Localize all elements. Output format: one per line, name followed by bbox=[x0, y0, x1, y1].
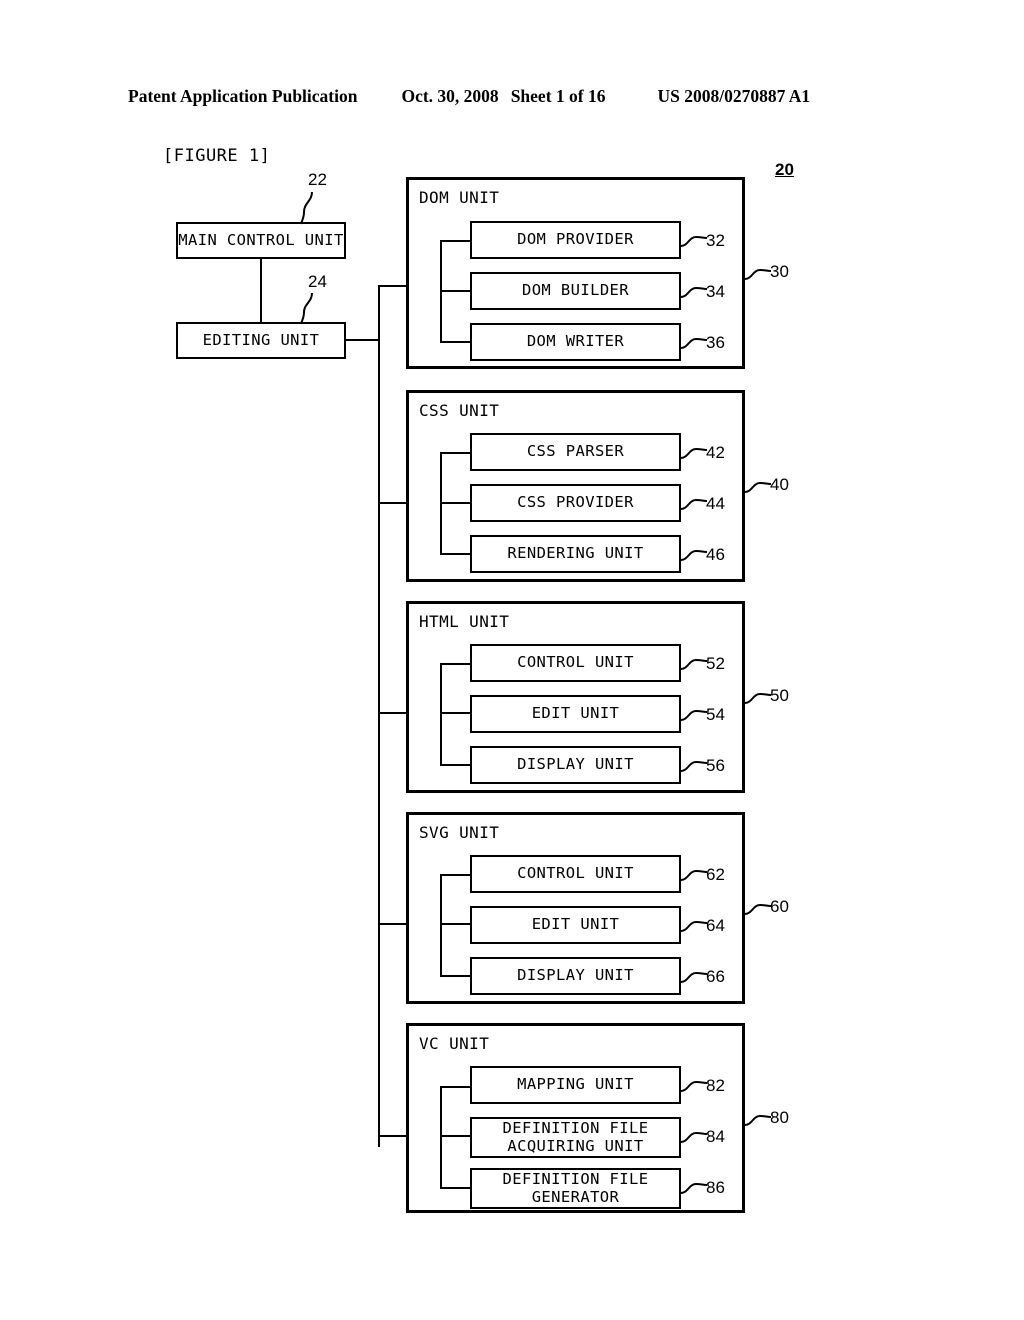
subunit-html-display-unit-label: DISPLAY UNIT bbox=[517, 755, 634, 774]
subunit-dom-provider-label: DOM PROVIDER bbox=[517, 230, 634, 249]
connector-editing-to-bus bbox=[345, 339, 380, 341]
subunit-html-control-unit-label: CONTROL UNIT bbox=[517, 653, 634, 672]
subunit-rendering-unit: RENDERING UNIT bbox=[470, 535, 681, 573]
vc-inner-stub-1 bbox=[440, 1086, 471, 1088]
css-inner-stub-3 bbox=[440, 553, 471, 555]
subunit-html-edit-unit-label: EDIT UNIT bbox=[531, 704, 620, 723]
dom-inner-stub-2 bbox=[440, 290, 471, 292]
figure-label: [FIGURE 1] bbox=[163, 146, 271, 166]
subunit-dom-builder-label: DOM BUILDER bbox=[521, 281, 630, 300]
unit-html-title: HTML UNIT bbox=[419, 612, 510, 631]
subunit-mapping-unit: MAPPING UNIT bbox=[470, 1066, 681, 1104]
subunit-svg-control-unit-label: CONTROL UNIT bbox=[517, 864, 634, 883]
unit-css-title: CSS UNIT bbox=[419, 401, 500, 420]
subunit-definition-file-generator-label: DEFINITION FILE GENERATOR bbox=[502, 1170, 649, 1206]
subunit-definition-file-acquiring-unit: DEFINITION FILE ACQUIRING UNIT bbox=[470, 1117, 681, 1158]
subunit-html-edit-unit: EDIT UNIT bbox=[470, 695, 681, 733]
html-inner-stub-2 bbox=[440, 712, 471, 714]
unit-dom-title: DOM UNIT bbox=[419, 188, 500, 207]
leader-squiggle-22 bbox=[300, 191, 313, 225]
svg-inner-stub-1 bbox=[440, 874, 471, 876]
subunit-definition-file-generator: DEFINITION FILE GENERATOR bbox=[470, 1168, 681, 1209]
subunit-html-display-unit: DISPLAY UNIT bbox=[470, 746, 681, 784]
main-bus-vertical bbox=[378, 285, 380, 1147]
css-inner-stub-2 bbox=[440, 502, 471, 504]
ref-numeral-22: 22 bbox=[308, 170, 327, 189]
subunit-dom-builder: DOM BUILDER bbox=[470, 272, 681, 310]
subunit-mapping-unit-label: MAPPING UNIT bbox=[517, 1075, 634, 1094]
figure-1-diagram: [FIGURE 1] 20 MAIN CONTROL UNIT 22 EDITI… bbox=[0, 0, 1024, 1320]
leader-squiggle-36 bbox=[680, 337, 708, 349]
dom-inner-stub-3 bbox=[440, 341, 471, 343]
leader-squiggle-30 bbox=[744, 268, 772, 280]
unit-vc-title: VC UNIT bbox=[419, 1034, 490, 1053]
block-main-control-unit: MAIN CONTROL UNIT bbox=[176, 222, 346, 259]
leader-squiggle-50 bbox=[744, 692, 772, 704]
block-editing-unit-label: EDITING UNIT bbox=[202, 331, 320, 350]
leader-squiggle-60 bbox=[744, 903, 772, 915]
leader-squiggle-80 bbox=[744, 1114, 772, 1126]
subunit-rendering-unit-label: RENDERING UNIT bbox=[507, 544, 644, 563]
leader-squiggle-24 bbox=[300, 292, 313, 325]
leader-squiggle-56 bbox=[680, 760, 708, 772]
block-editing-unit: EDITING UNIT bbox=[176, 322, 346, 359]
leader-squiggle-54 bbox=[680, 709, 708, 721]
subunit-html-control-unit: CONTROL UNIT bbox=[470, 644, 681, 682]
connector-main-to-editing bbox=[260, 258, 262, 323]
leader-squiggle-32 bbox=[680, 235, 708, 247]
leader-squiggle-52 bbox=[680, 658, 708, 670]
leader-squiggle-84 bbox=[680, 1131, 708, 1143]
leader-squiggle-42 bbox=[680, 447, 708, 459]
subunit-dom-provider: DOM PROVIDER bbox=[470, 221, 681, 259]
unit-svg-title: SVG UNIT bbox=[419, 823, 500, 842]
svg-inner-stub-3 bbox=[440, 975, 471, 977]
html-inner-stub-3 bbox=[440, 764, 471, 766]
subunit-css-parser-label: CSS PARSER bbox=[526, 442, 625, 461]
subunit-svg-display-unit: DISPLAY UNIT bbox=[470, 957, 681, 995]
subunit-css-provider: CSS PROVIDER bbox=[470, 484, 681, 522]
leader-squiggle-44 bbox=[680, 498, 708, 510]
subunit-definition-file-acquiring-unit-label: DEFINITION FILE ACQUIRING UNIT bbox=[502, 1119, 649, 1155]
dom-inner-stub-1 bbox=[440, 240, 471, 242]
block-main-control-unit-label: MAIN CONTROL UNIT bbox=[178, 231, 344, 250]
subunit-svg-display-unit-label: DISPLAY UNIT bbox=[517, 966, 634, 985]
subunit-dom-writer: DOM WRITER bbox=[470, 323, 681, 361]
leader-squiggle-34 bbox=[680, 286, 708, 298]
ref-numeral-24: 24 bbox=[308, 272, 327, 291]
html-inner-stub-1 bbox=[440, 663, 471, 665]
subunit-svg-edit-unit: EDIT UNIT bbox=[470, 906, 681, 944]
svg-inner-stub-2 bbox=[440, 923, 471, 925]
leader-squiggle-64 bbox=[680, 920, 708, 932]
subunit-css-parser: CSS PARSER bbox=[470, 433, 681, 471]
leader-squiggle-40 bbox=[744, 481, 772, 493]
leader-squiggle-66 bbox=[680, 971, 708, 983]
vc-inner-stub-3 bbox=[440, 1187, 471, 1189]
vc-inner-stub-2 bbox=[440, 1135, 471, 1137]
subunit-dom-writer-label: DOM WRITER bbox=[526, 332, 625, 351]
leader-squiggle-82 bbox=[680, 1080, 708, 1092]
subunit-svg-edit-unit-label: EDIT UNIT bbox=[531, 915, 620, 934]
leader-squiggle-46 bbox=[680, 549, 708, 561]
subunit-svg-control-unit: CONTROL UNIT bbox=[470, 855, 681, 893]
subunit-css-provider-label: CSS PROVIDER bbox=[517, 493, 634, 512]
leader-squiggle-62 bbox=[680, 869, 708, 881]
css-inner-stub-1 bbox=[440, 452, 471, 454]
leader-squiggle-86 bbox=[680, 1182, 708, 1194]
ref-numeral-20: 20 bbox=[775, 160, 794, 179]
